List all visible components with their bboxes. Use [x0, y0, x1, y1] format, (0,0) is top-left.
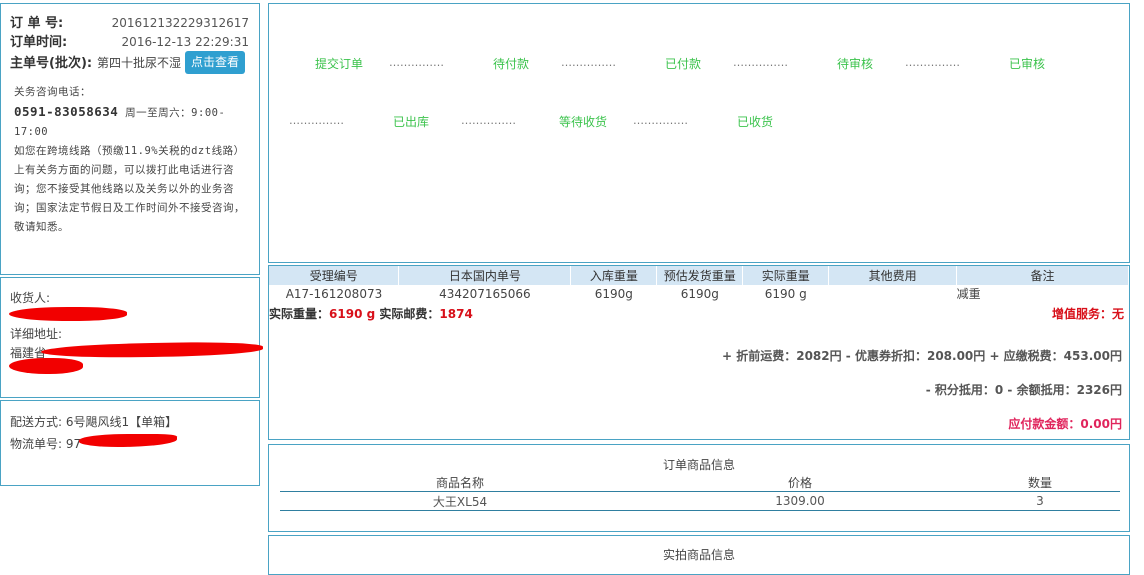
order-info-panel: 订 单 号: 201612132229312617 订单时间: 2016-12-… [0, 3, 260, 275]
shipping-method-label: 配送方式: [10, 415, 63, 429]
redaction-mark [79, 434, 177, 447]
goods-panel: 订单商品信息 商品名称 价格 数量 大王XL54 1309.00 3 [268, 444, 1130, 532]
order-time: 2016-12-13 22:29:31 [121, 35, 249, 49]
address-label: 详细地址: [10, 327, 63, 341]
order-time-label: 订单时间: [10, 35, 68, 50]
column-header: 商品名称 [280, 473, 640, 492]
tracking-row: 物流单号: 97 [10, 435, 81, 452]
order-number-row: 订 单 号: 201612132229312617 [10, 13, 249, 33]
table-row: 大王XL54 1309.00 3 [280, 491, 1120, 511]
weight-table: 受理编号 日本国内单号 入库重量 预估发货重量 实际重量 其他费用 备注 A17… [269, 266, 1129, 302]
column-header: 实际重量 [742, 266, 830, 285]
fee-breakdown: + 折前运费：2082円 - 优惠券折扣：208.00円 + 应缴税费：453.… [722, 349, 1122, 363]
status-step: 已付款 [665, 57, 702, 71]
redaction-mark [9, 358, 83, 374]
table-cell: 6190 g [764, 286, 807, 301]
shipping-panel: 配送方式: 6号飓风线1【单箱】 物流单号: 97 [0, 400, 260, 486]
goods-title: 订单商品信息 [662, 458, 735, 472]
order-number-label: 订 单 号: [10, 16, 64, 31]
column-header: 其他费用 [828, 266, 958, 285]
tracking-label: 物流单号: [10, 437, 63, 451]
service-note: 如您在跨境线路（预缴11.9%关税的dzt线路）上有关务方面的问题，可以拨打此电… [14, 145, 245, 233]
view-batch-button[interactable]: 点击查看 [185, 51, 246, 74]
shipping-method-row: 配送方式: 6号飓风线1【单箱】 [10, 413, 177, 430]
service-title: 关务咨询电话： [14, 86, 91, 98]
order-number: 201612132229312617 [111, 16, 249, 30]
column-header: 预估发货重量 [656, 266, 744, 285]
actual-weight-label: 实际重量： [269, 307, 330, 321]
status-step: 等待收货 [559, 115, 608, 129]
table-cell: 434207165066 [439, 286, 531, 301]
batch-label: 主单号(批次): [10, 56, 93, 71]
weight-summary: 实际重量：6190 g 实际邮费：1874 [269, 305, 473, 322]
receiver-panel: 收货人: 详细地址: 福建省 [0, 277, 264, 398]
order-time-row: 订单时间: 2016-12-13 22:29:31 [10, 32, 249, 52]
table-cell: A17-161208073 [285, 286, 383, 301]
status-dots: …………… [633, 114, 688, 127]
status-dots: …………… [289, 114, 344, 127]
status-step: 已出库 [393, 115, 430, 129]
column-header: 日本国内单号 [398, 266, 572, 285]
receiver-name-label: 收货人: [10, 291, 51, 305]
column-header: 受理编号 [269, 266, 400, 285]
order-status-panel: 提交订单 …………… 待付款 …………… 已付款 …………… 待审核 ……………… [268, 3, 1130, 263]
status-step: 已审核 [1009, 57, 1046, 71]
addon-label: 增值服务： [1051, 307, 1112, 321]
weight-fee-panel: 受理编号 日本国内单号 入库重量 预估发货重量 实际重量 其他费用 备注 A17… [268, 265, 1130, 440]
column-header: 价格 [640, 473, 960, 492]
status-dots: …………… [461, 114, 516, 127]
batch-value: 第四十批尿不湿 [97, 56, 182, 70]
goods-quantity: 3 [960, 491, 1120, 511]
status-dots: …………… [389, 56, 444, 69]
addon-service: 增值服务：无 [1052, 305, 1124, 322]
table-cell: 减重 [956, 287, 981, 301]
column-header: 备注 [956, 266, 1129, 285]
photo-goods-panel: 实拍商品信息 [268, 535, 1130, 575]
table-cell: 6190g [594, 286, 633, 301]
table-cell: 6190g [680, 286, 719, 301]
redaction-mark [40, 341, 264, 359]
status-step: 已收货 [737, 115, 774, 129]
batch-row: 主单号(批次): 第四十批尿不湿 点击查看 [10, 51, 249, 74]
status-step: 提交订单 [315, 57, 364, 71]
status-step: 待付款 [493, 57, 530, 71]
addon-value: 无 [1111, 307, 1124, 321]
table-row: A17-161208073 434207165066 6190g 6190g 6… [269, 285, 1129, 302]
column-header: 数量 [960, 473, 1120, 492]
goods-table: 商品名称 价格 数量 大王XL54 1309.00 3 [280, 473, 1120, 511]
status-dots: …………… [905, 56, 960, 69]
status-step: 待审核 [837, 57, 874, 71]
status-dots: …………… [733, 56, 788, 69]
shipping-method: 6号飓风线1【单箱】 [65, 415, 178, 429]
redaction-mark [9, 307, 127, 321]
column-header: 入库重量 [570, 266, 658, 285]
goods-price: 1309.00 [640, 491, 960, 511]
table-cell [829, 285, 957, 302]
actual-weight: 6190 g [329, 307, 376, 321]
payable-amount: 应付款金额：0.00円 [1008, 417, 1122, 431]
photo-goods-title: 实拍商品信息 [662, 548, 735, 562]
service-phone: 0591-83058634 [14, 104, 119, 119]
actual-postage: 1874 [439, 307, 473, 321]
customs-service-info: 关务咨询电话： 0591-83058634 周一至周六：9:00-17:00 如… [14, 83, 254, 237]
status-dots: …………… [561, 56, 616, 69]
actual-postage-label: 实际邮费： [379, 307, 440, 321]
deduction-breakdown: - 积分抵用：0 - 余额抵用：2326円 [925, 383, 1122, 397]
goods-name: 大王XL54 [280, 491, 640, 511]
